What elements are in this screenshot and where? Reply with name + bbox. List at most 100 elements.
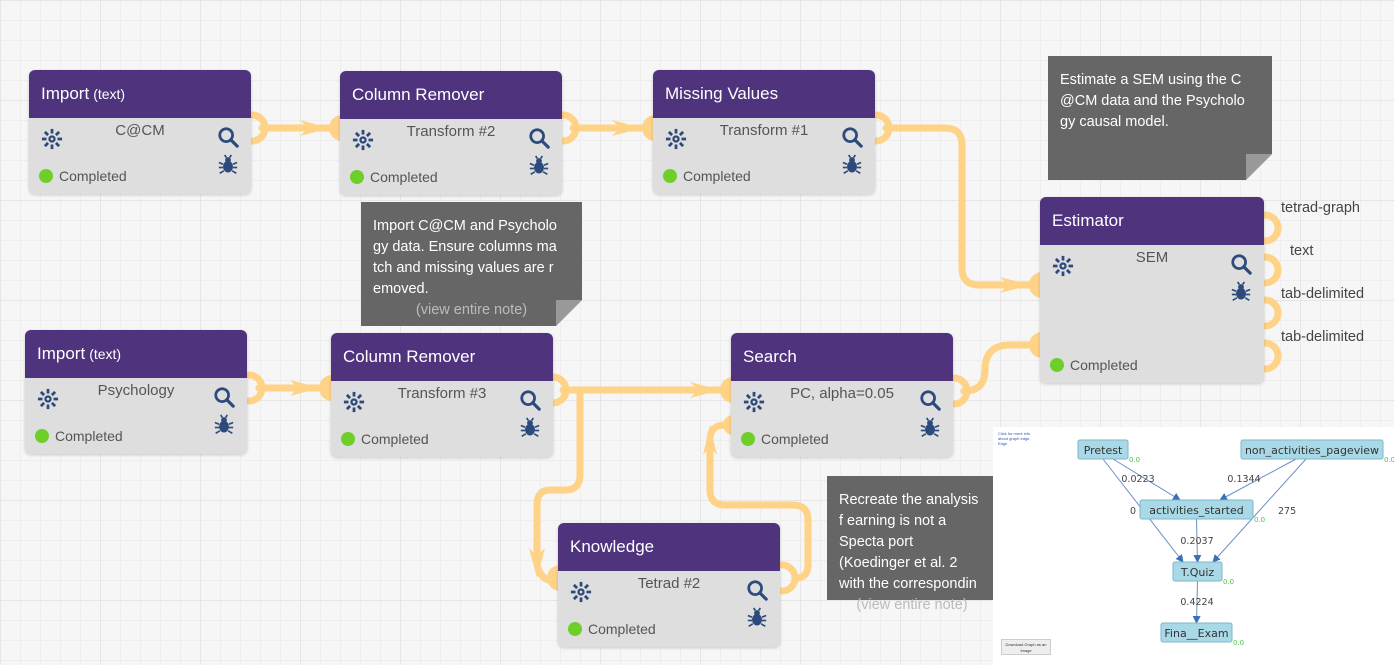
status-text: Completed — [361, 431, 429, 447]
node-type-sub: (text) — [93, 86, 126, 102]
gear-icon[interactable] — [352, 129, 374, 151]
node-type: Knowledge — [570, 537, 655, 556]
node-header[interactable]: Search — [731, 333, 953, 381]
graph-node-value: 0.0 — [1129, 456, 1140, 464]
search-icon[interactable] — [528, 127, 550, 149]
bug-icon[interactable] — [1231, 281, 1251, 303]
gear-icon[interactable] — [41, 128, 63, 150]
node-column-remover-3[interactable]: Column Remover Transform #3 Completed — [331, 333, 553, 457]
output-port-label[interactable]: tab-delimited — [1281, 286, 1364, 302]
node-type-sub: (text) — [89, 346, 122, 362]
causal-graph-panel: Click for more info about graph edge. Ed… — [993, 427, 1394, 665]
status-indicator: Completed — [663, 168, 751, 184]
status-dot — [341, 432, 355, 446]
note-estimate-sem[interactable]: Estimate a SEM using the C @CM data and … — [1048, 56, 1272, 180]
wire-missing1-estimator — [872, 111, 1034, 289]
bug-icon[interactable] — [920, 417, 940, 439]
node-header[interactable]: Estimator — [1040, 197, 1264, 245]
status-dot — [35, 429, 49, 443]
search-icon[interactable] — [519, 389, 541, 411]
node-header[interactable]: Column Remover — [331, 333, 553, 381]
graph-node-label: non_activities_pageview — [1245, 444, 1379, 457]
node-type: Estimator — [1052, 211, 1124, 230]
gear-icon[interactable] — [570, 581, 592, 603]
graph-node-value: 0.0 — [1223, 578, 1234, 586]
graph-node-value: 0.0 — [1233, 639, 1244, 647]
status-indicator: Completed — [568, 621, 656, 637]
status-dot — [568, 622, 582, 636]
status-text: Completed — [59, 168, 127, 184]
search-icon[interactable] — [213, 386, 235, 408]
search-icon[interactable] — [841, 126, 863, 148]
gear-icon[interactable] — [743, 391, 765, 413]
gear-icon[interactable] — [665, 128, 687, 150]
output-port-label[interactable]: tetrad-graph — [1281, 200, 1360, 216]
search-icon[interactable] — [746, 579, 768, 601]
node-column-remover-2[interactable]: Column Remover Transform #2 Completed — [340, 71, 562, 195]
status-indicator: Completed — [1050, 357, 1138, 373]
node-missing-values[interactable]: Missing Values Transform #1 Completed — [653, 70, 875, 194]
status-dot — [350, 170, 364, 184]
node-type: Column Remover — [343, 347, 476, 366]
node-type: Import — [41, 84, 90, 103]
search-icon[interactable] — [1230, 253, 1252, 275]
status-dot — [1050, 358, 1064, 372]
status-indicator: Completed — [35, 428, 123, 444]
wire-estimator-out-3 — [1261, 296, 1282, 330]
graph-node-label: activities_started — [1149, 504, 1243, 517]
node-header[interactable]: Missing Values — [653, 70, 875, 118]
graph-node-label: Pretest — [1084, 444, 1123, 457]
bug-icon[interactable] — [520, 417, 540, 439]
node-import-ccm[interactable]: Import (text) C@CM Completed — [29, 70, 251, 194]
wire-search-estimator — [950, 341, 1034, 408]
status-indicator: Completed — [39, 168, 127, 184]
output-port-label[interactable]: tab-delimited — [1281, 329, 1364, 345]
status-indicator: Completed — [741, 431, 829, 447]
graph-edge-weight: 0.1344 — [1227, 474, 1260, 485]
causal-graph: Pretest 0.0 non_activities_pageview 0.0 acti… — [1077, 439, 1394, 647]
status-text: Completed — [683, 168, 751, 184]
graph-edge-weight: 0.0223 — [1121, 474, 1154, 485]
bug-icon[interactable] — [214, 414, 234, 436]
view-entire-note-link[interactable]: (view entire note) — [373, 300, 570, 321]
graph-edge-weight: 0.2037 — [1180, 536, 1213, 547]
gear-icon[interactable] — [343, 391, 365, 413]
note-text: Recreate the analysis f earning is not a… — [839, 492, 979, 592]
bug-icon[interactable] — [747, 607, 767, 629]
status-indicator: Completed — [350, 169, 438, 185]
node-header[interactable]: Import (text) — [29, 70, 251, 118]
note-import-instructions[interactable]: Import C@CM and Psycholo gy data. Ensure… — [361, 202, 582, 326]
search-icon[interactable] — [217, 126, 239, 148]
note-recreate-analysis[interactable]: Recreate the analysis f earning is not a… — [827, 476, 997, 613]
node-search[interactable]: Search PC, alpha=0.05 Completed — [731, 333, 953, 457]
graph-node-label: T.Quiz — [1180, 566, 1215, 579]
status-text: Completed — [370, 169, 438, 185]
node-estimator[interactable]: Estimator SEM Completed — [1040, 197, 1264, 383]
node-knowledge[interactable]: Knowledge Tetrad #2 Completed — [558, 523, 780, 647]
search-icon[interactable] — [919, 389, 941, 411]
graph-edge-weight: 275 — [1278, 506, 1296, 517]
bug-icon[interactable] — [218, 154, 238, 176]
download-graph-button[interactable]: Download Graph as an Image — [1001, 639, 1051, 655]
gear-icon[interactable] — [37, 388, 59, 410]
gear-icon[interactable] — [1052, 255, 1074, 277]
node-type: Missing Values — [665, 84, 779, 103]
wire-estimator-out-4 — [1261, 339, 1282, 373]
node-type: Import — [37, 344, 86, 363]
note-text: Import C@CM and Psycholo gy data. Ensure… — [373, 218, 557, 297]
bug-icon[interactable] — [529, 155, 549, 177]
graph-node-value: 0.0 — [1384, 456, 1394, 464]
bug-icon[interactable] — [842, 154, 862, 176]
node-header[interactable]: Knowledge — [558, 523, 780, 571]
node-type: Search — [743, 347, 797, 366]
node-header[interactable]: Import (text) — [25, 330, 247, 378]
status-text: Completed — [55, 428, 123, 444]
output-port-label[interactable]: text — [1290, 243, 1313, 259]
graph-node-value: 0.0 — [1254, 516, 1265, 524]
view-entire-note-link[interactable]: (view entire note) — [839, 595, 985, 616]
node-type: Column Remover — [352, 85, 485, 104]
graph-node-label: Fina__Exam — [1164, 627, 1228, 640]
node-header[interactable]: Column Remover — [340, 71, 562, 119]
status-text: Completed — [1070, 357, 1138, 373]
node-import-psychology[interactable]: Import (text) Psychology Completed — [25, 330, 247, 454]
